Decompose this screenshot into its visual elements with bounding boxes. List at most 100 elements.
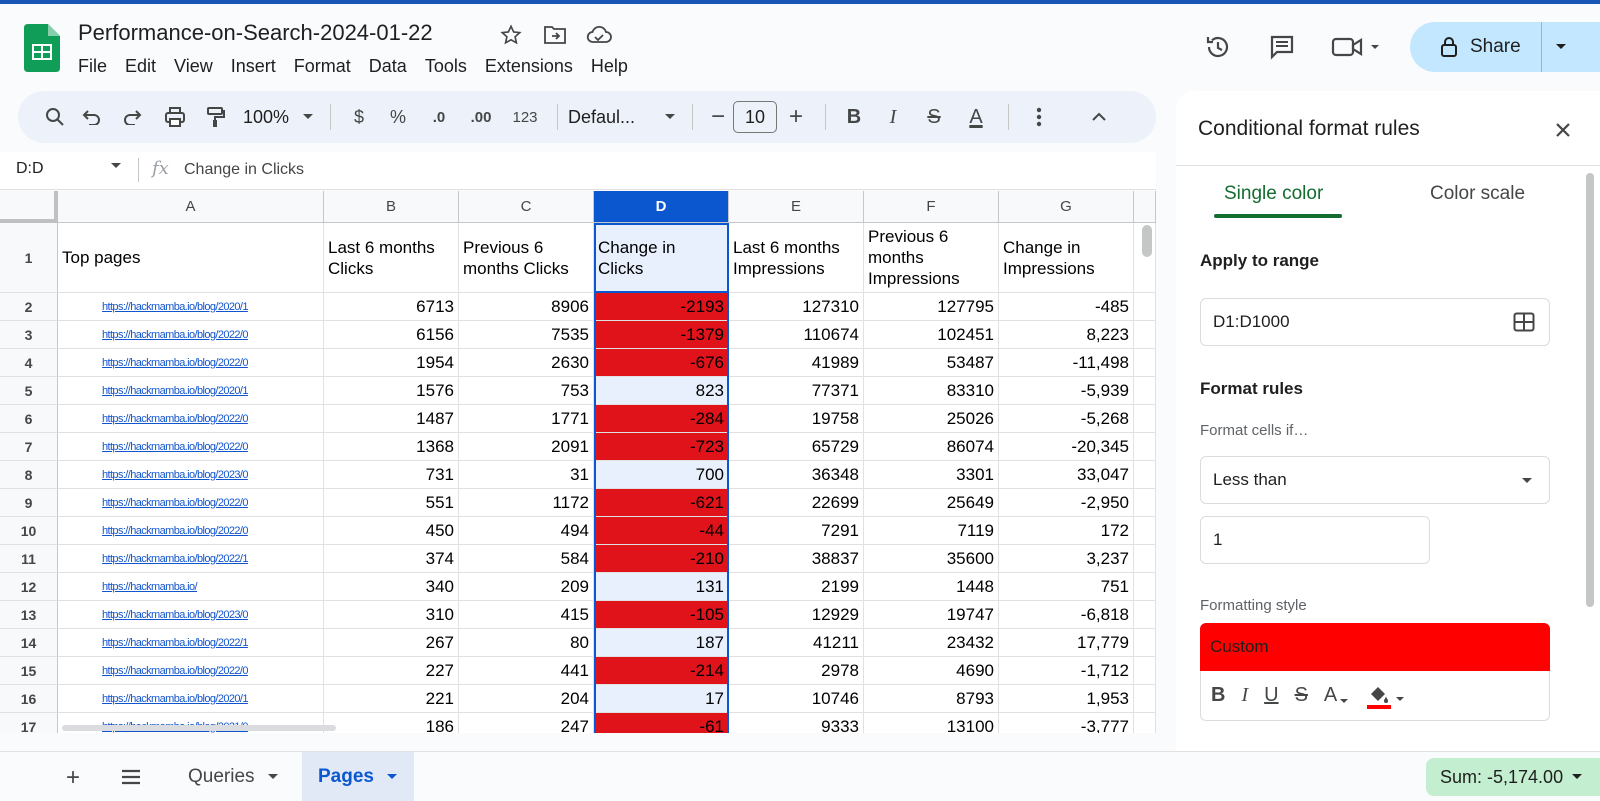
cell-b1[interactable]: Last 6 months Clicks: [324, 223, 459, 293]
row-header[interactable]: 11: [0, 545, 58, 573]
cell-prev-6-clicks[interactable]: 415: [459, 601, 594, 629]
cell-url-link[interactable]: https://hackmamba.io/blog/2022/0: [58, 349, 324, 377]
cell-prev-6-impressions[interactable]: 8793: [864, 685, 999, 713]
row-header[interactable]: 17: [0, 713, 58, 733]
cell-change-in-impressions[interactable]: 8,223: [999, 321, 1134, 349]
cell-d1[interactable]: Change in Clicks: [594, 223, 729, 293]
cell-last-6-impressions[interactable]: 2199: [729, 573, 864, 601]
cell-change-in-clicks[interactable]: -284: [594, 405, 729, 433]
cell-change-in-impressions[interactable]: 1,953: [999, 685, 1134, 713]
cell-last-6-clicks[interactable]: 450: [324, 517, 459, 545]
name-box[interactable]: D:D: [16, 160, 44, 178]
cell-last-6-clicks[interactable]: 221: [324, 685, 459, 713]
condition-select[interactable]: Less than: [1200, 456, 1550, 504]
column-header-g[interactable]: G: [999, 191, 1134, 223]
cell-f1[interactable]: Previous 6 months Impressions: [864, 223, 999, 293]
all-sheets-menu-icon[interactable]: [120, 768, 142, 786]
cell-last-6-impressions[interactable]: 127310: [729, 293, 864, 321]
cell-change-in-impressions[interactable]: -3,777: [999, 713, 1134, 733]
row-header[interactable]: 13: [0, 601, 58, 629]
cell-last-6-impressions[interactable]: 41211: [729, 629, 864, 657]
row-header[interactable]: 7: [0, 433, 58, 461]
cell-last-6-clicks[interactable]: 1487: [324, 405, 459, 433]
style-italic-button[interactable]: I: [1241, 684, 1248, 707]
bold-button[interactable]: B: [836, 99, 872, 135]
cell-change-in-impressions[interactable]: -6,818: [999, 601, 1134, 629]
cell-prev-6-clicks[interactable]: 441: [459, 657, 594, 685]
cell-prev-6-impressions[interactable]: 3301: [864, 461, 999, 489]
font-family-select[interactable]: Defaul...: [568, 99, 658, 135]
cell-last-6-impressions[interactable]: 7291: [729, 517, 864, 545]
cell-url-link[interactable]: https://hackmamba.io/blog/2022/1: [58, 629, 324, 657]
cell-h[interactable]: [1134, 713, 1156, 733]
search-menus-icon[interactable]: [40, 99, 70, 135]
cell-change-in-clicks[interactable]: -105: [594, 601, 729, 629]
cell-last-6-impressions[interactable]: 10746: [729, 685, 864, 713]
cell-h[interactable]: [1134, 405, 1156, 433]
row-header[interactable]: 14: [0, 629, 58, 657]
cell-prev-6-clicks[interactable]: 1771: [459, 405, 594, 433]
column-header-a[interactable]: A: [58, 191, 324, 223]
cell-prev-6-clicks[interactable]: 584: [459, 545, 594, 573]
column-header-f[interactable]: F: [864, 191, 999, 223]
cell-last-6-impressions[interactable]: 36348: [729, 461, 864, 489]
cell-last-6-clicks[interactable]: 6156: [324, 321, 459, 349]
cell-last-6-impressions[interactable]: 19758: [729, 405, 864, 433]
row-header[interactable]: 16: [0, 685, 58, 713]
row-header[interactable]: 10: [0, 517, 58, 545]
cell-change-in-impressions[interactable]: 751: [999, 573, 1134, 601]
cell-change-in-impressions[interactable]: 172: [999, 517, 1134, 545]
decrease-decimal-button[interactable]: .0: [419, 99, 459, 135]
star-icon[interactable]: [498, 22, 524, 48]
cell-last-6-impressions[interactable]: 12929: [729, 601, 864, 629]
cell-prev-6-clicks[interactable]: 2630: [459, 349, 594, 377]
cell-prev-6-impressions[interactable]: 7119: [864, 517, 999, 545]
cell-change-in-impressions[interactable]: -485: [999, 293, 1134, 321]
menu-edit[interactable]: Edit: [116, 56, 165, 77]
cell-last-6-impressions[interactable]: 22699: [729, 489, 864, 517]
cell-last-6-clicks[interactable]: 1954: [324, 349, 459, 377]
cell-change-in-clicks[interactable]: -676: [594, 349, 729, 377]
print-icon[interactable]: [154, 99, 196, 135]
cell-last-6-clicks[interactable]: 340: [324, 573, 459, 601]
cell-url-link[interactable]: https://hackmamba.io/blog/2022/0: [58, 433, 324, 461]
more-options-icon[interactable]: [1019, 99, 1059, 135]
cell-url-link[interactable]: https://hackmamba.io/blog/2022/0: [58, 517, 324, 545]
cell-last-6-clicks[interactable]: 227: [324, 657, 459, 685]
document-title[interactable]: Performance-on-Search-2024-01-22: [78, 20, 433, 46]
cell-url-link[interactable]: https://hackmamba.io/: [58, 573, 324, 601]
meet-video-icon[interactable]: [1326, 27, 1386, 67]
text-color-button[interactable]: A: [954, 99, 998, 135]
italic-button[interactable]: I: [872, 99, 914, 135]
chevron-down-icon[interactable]: [1554, 42, 1568, 52]
range-input[interactable]: D1:D1000: [1200, 298, 1550, 346]
cell-h[interactable]: [1134, 573, 1156, 601]
cell-change-in-clicks[interactable]: -2193: [594, 293, 729, 321]
horizontal-scrollbar[interactable]: [62, 725, 336, 731]
undo-icon[interactable]: [70, 99, 112, 135]
cell-change-in-clicks[interactable]: 823: [594, 377, 729, 405]
cell-prev-6-impressions[interactable]: 23432: [864, 629, 999, 657]
row-header[interactable]: 15: [0, 657, 58, 685]
formula-input[interactable]: Change in Clicks: [184, 161, 304, 179]
row-header[interactable]: 3: [0, 321, 58, 349]
column-header-c[interactable]: C: [459, 191, 594, 223]
menu-help[interactable]: Help: [582, 56, 637, 77]
percent-format-button[interactable]: %: [377, 99, 419, 135]
cell-h[interactable]: [1134, 545, 1156, 573]
decrease-font-size-button[interactable]: −: [703, 99, 733, 135]
comments-icon[interactable]: [1262, 27, 1302, 67]
cell-change-in-impressions[interactable]: -5,268: [999, 405, 1134, 433]
condition-value-input[interactable]: 1: [1200, 516, 1430, 564]
chevron-down-icon[interactable]: [267, 773, 279, 781]
share-button[interactable]: Share: [1410, 22, 1600, 72]
paint-format-icon[interactable]: [196, 99, 236, 135]
tab-color-scale[interactable]: Color scale: [1430, 183, 1525, 205]
cell-prev-6-clicks[interactable]: 1172: [459, 489, 594, 517]
cell-e1[interactable]: Last 6 months Impressions: [729, 223, 864, 293]
cell-url-link[interactable]: https://hackmamba.io/blog/2022/0: [58, 657, 324, 685]
cell-a1[interactable]: Top pages: [58, 223, 324, 293]
cell-change-in-impressions[interactable]: 17,779: [999, 629, 1134, 657]
cell-last-6-clicks[interactable]: 1576: [324, 377, 459, 405]
row-header[interactable]: 4: [0, 349, 58, 377]
